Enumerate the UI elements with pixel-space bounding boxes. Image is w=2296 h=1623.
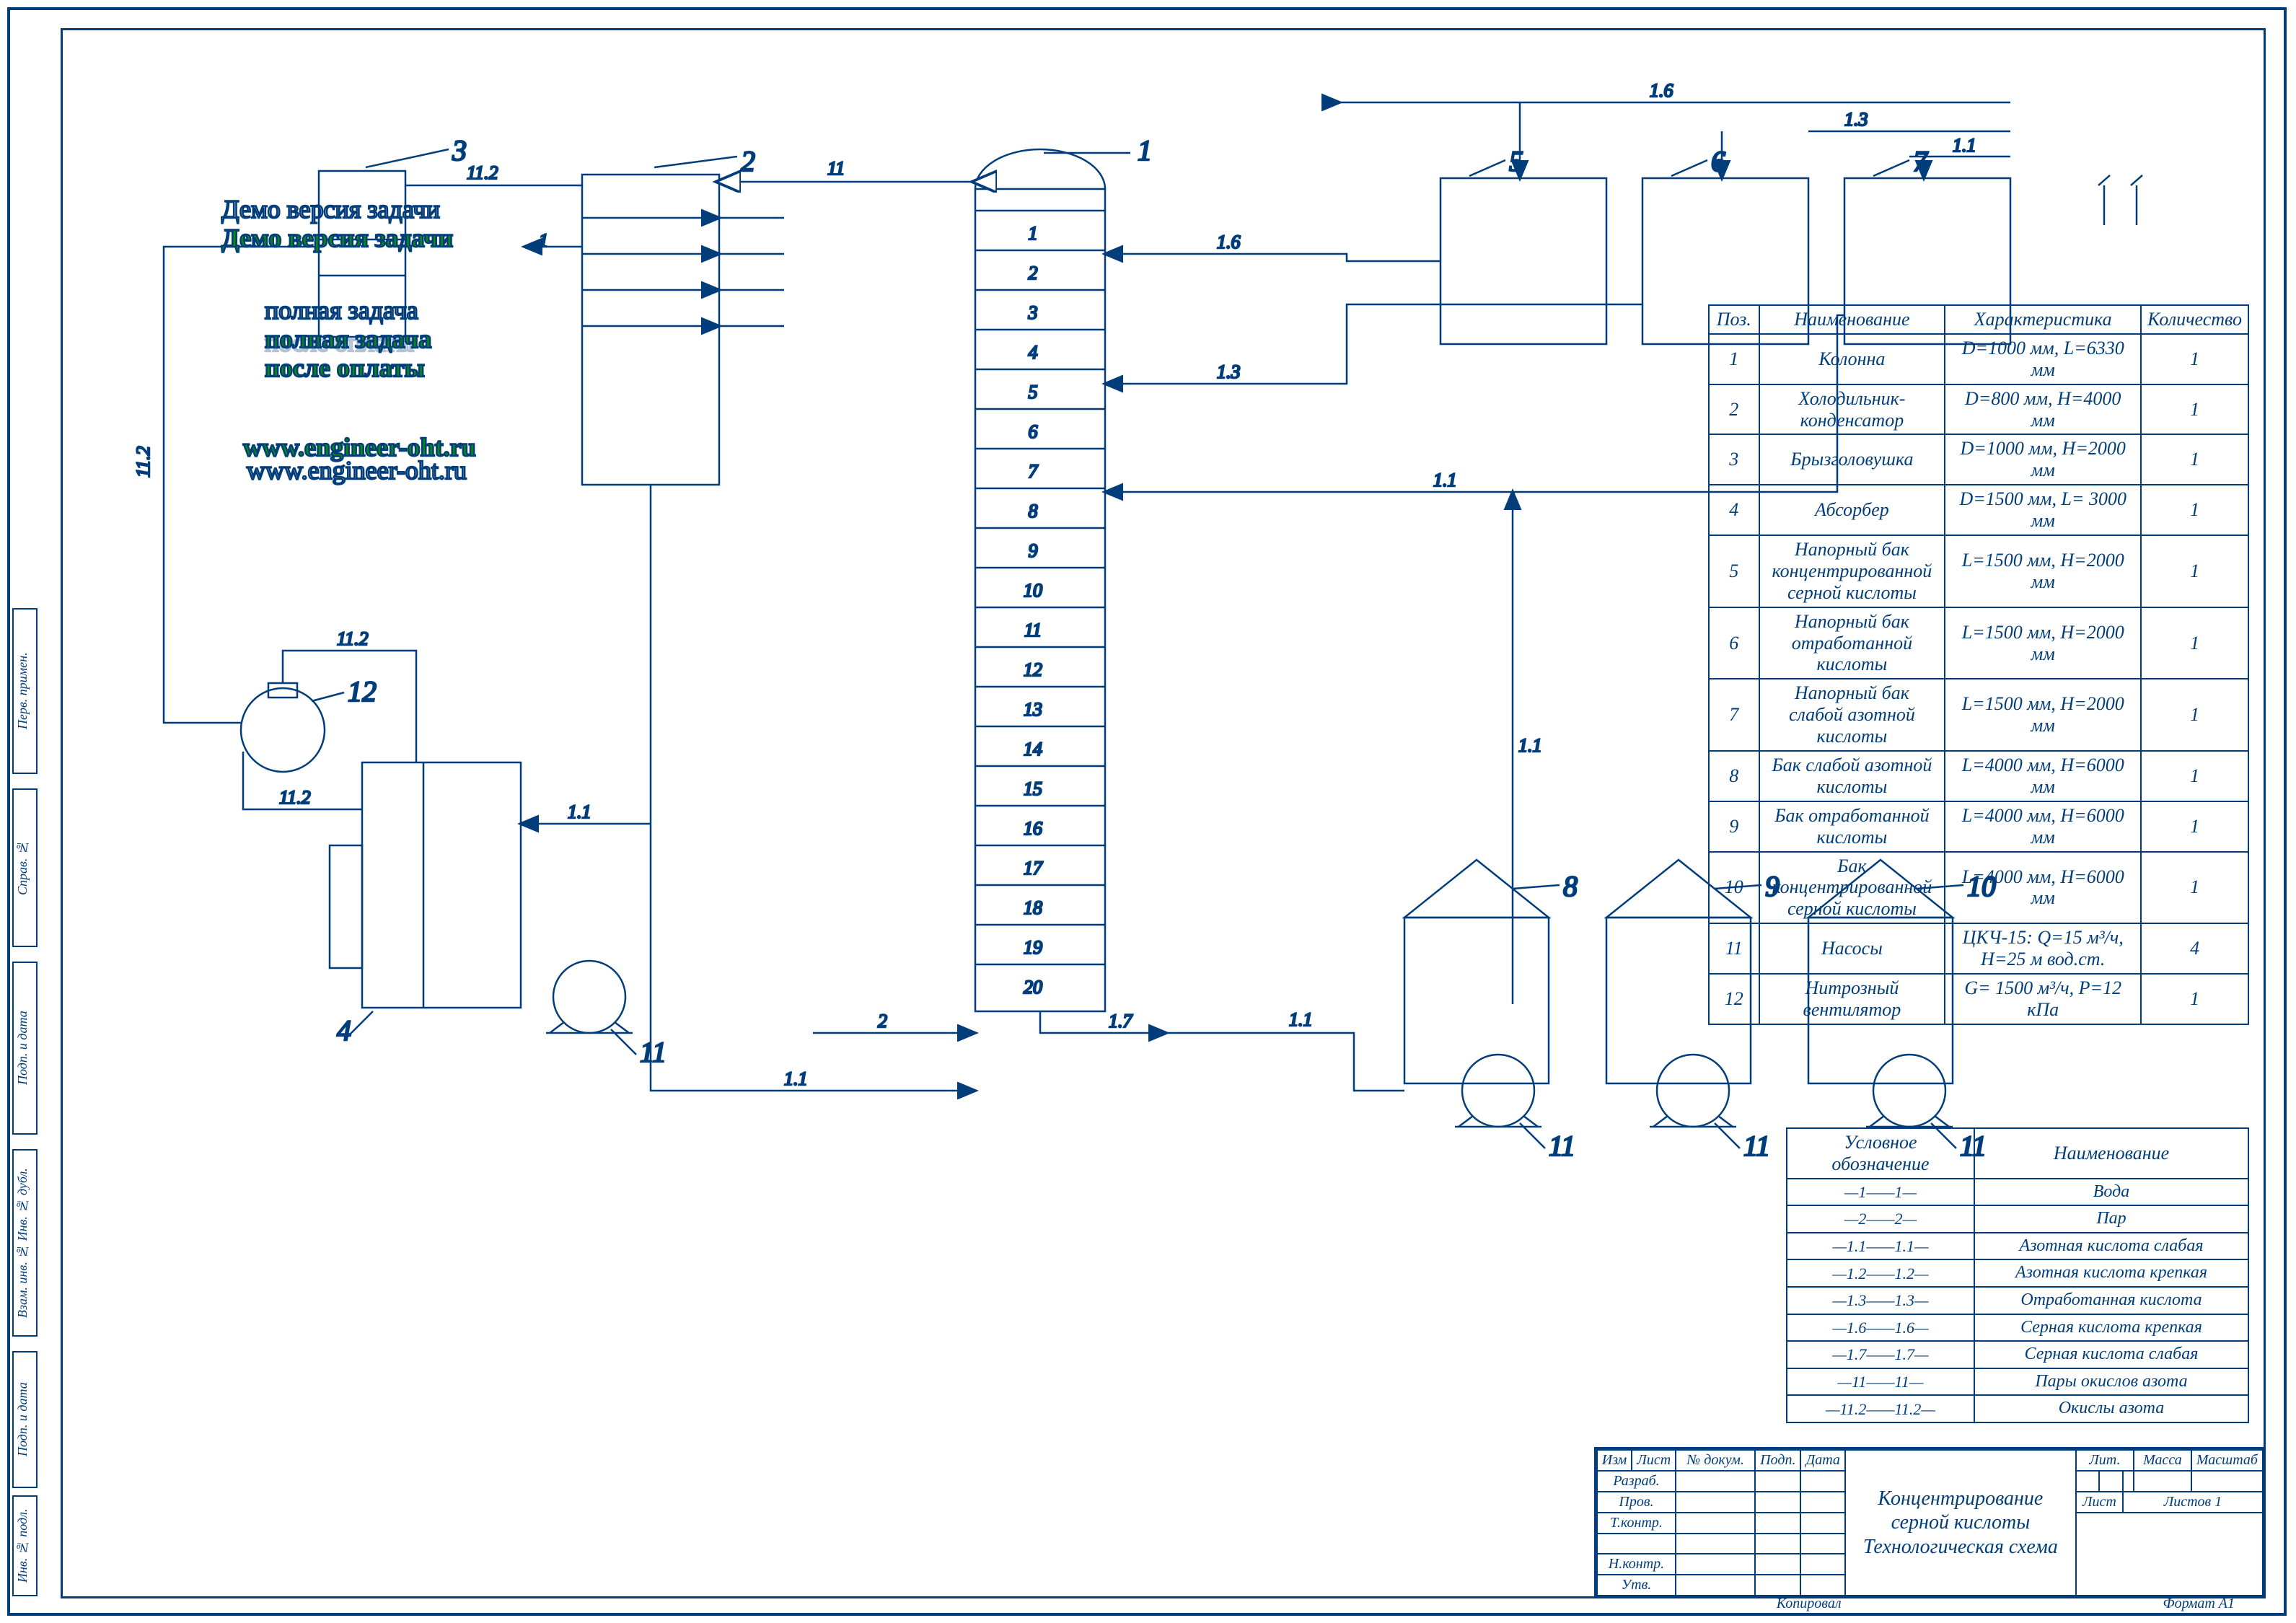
plate-number: 20	[1024, 977, 1042, 998]
equipment-tank7: 7	[1844, 145, 2010, 344]
svg-text:11.2: 11.2	[133, 446, 154, 478]
svg-text:1.1: 1.1	[1289, 1009, 1313, 1030]
svg-text:11: 11	[827, 158, 845, 179]
svg-text:11.2: 11.2	[279, 787, 311, 808]
plate-number: 15	[1024, 778, 1042, 799]
callout-10: 10	[1967, 870, 1996, 902]
svg-text:1.7: 1.7	[1109, 1011, 1133, 1032]
plate-number: 2	[1029, 263, 1038, 283]
equipment-column: 1234567891011121314151617181920 1	[975, 134, 1152, 1011]
callout-3: 3	[452, 134, 467, 167]
binding-strip: Перв. примен. Справ. № Подп. и дата Взам…	[12, 586, 63, 1596]
callout-5: 5	[1509, 145, 1523, 177]
plate-number: 11	[1024, 620, 1042, 641]
plate-number: 4	[1029, 342, 1038, 363]
callout-7: 7	[1913, 145, 1929, 177]
plate-number: 6	[1029, 421, 1038, 442]
svg-text:2: 2	[878, 1011, 887, 1032]
equipment-tank6: 6	[1642, 145, 1808, 344]
equipment-fan: 12	[241, 675, 377, 772]
plate-number: 16	[1024, 818, 1042, 839]
callout-6: 6	[1711, 145, 1725, 177]
svg-text:1.1: 1.1	[1953, 135, 1976, 156]
equipment-tank10: 10	[1808, 860, 1996, 1083]
svg-text:Демо версия задачи: Демо версия задачи	[221, 195, 440, 224]
plate-number: 5	[1029, 382, 1038, 403]
plate-number: 18	[1024, 897, 1042, 918]
svg-text:Демо версия задачи: Демо версия задачи	[221, 224, 453, 252]
vent-symbol	[2098, 175, 2142, 225]
callout-11: 11	[1743, 1130, 1770, 1162]
plate-number: 17	[1024, 858, 1043, 879]
equipment-pump: 11	[1650, 1055, 1770, 1162]
svg-text:11.2: 11.2	[467, 162, 498, 183]
svg-text:1.1: 1.1	[1433, 470, 1457, 491]
plate-number: 3	[1028, 302, 1038, 323]
svg-text:после оплаты: после оплаты	[265, 328, 414, 357]
equipment-tank8: 8	[1404, 860, 1578, 1083]
plate-number: 8	[1029, 501, 1038, 522]
svg-text:www.engineer-oht.ru: www.engineer-oht.ru	[247, 456, 467, 485]
svg-text:1.1: 1.1	[1518, 735, 1542, 756]
plate-number: 9	[1029, 540, 1038, 561]
plate-number: 7	[1029, 461, 1039, 482]
callout-9: 9	[1765, 870, 1780, 902]
equipment-condenser: 2	[582, 145, 755, 485]
drawing-sheet: Поз. Наименование Характеристика Количес…	[7, 7, 2287, 1616]
plate-number: 13	[1024, 699, 1042, 720]
callout-11: 11	[1960, 1130, 1987, 1162]
callout-12: 12	[348, 675, 377, 708]
svg-text:1.6: 1.6	[1650, 80, 1673, 101]
equipment-pump: 11	[546, 961, 667, 1068]
svg-text:1.3: 1.3	[1844, 109, 1868, 130]
callout-1: 1	[1138, 134, 1152, 167]
plate-number: 19	[1024, 937, 1042, 958]
equipment-pump: 11	[1866, 1055, 1987, 1162]
equipment-absorber4: 4	[330, 762, 521, 1047]
callout-11: 11	[1549, 1130, 1575, 1162]
svg-text:1.3: 1.3	[1217, 361, 1241, 382]
inner-frame: Поз. Наименование Характеристика Количес…	[61, 28, 2266, 1598]
equipment-tank9: 9	[1606, 860, 1780, 1083]
equipment-pump: 11	[1455, 1055, 1575, 1162]
plate-number: 1	[1029, 223, 1038, 244]
svg-text:1: 1	[539, 230, 548, 251]
schematic-canvas: 1234567891011121314151617181920 1 2	[63, 30, 2270, 1603]
plate-number: 10	[1024, 580, 1042, 601]
watermark: Демо версия задачи Демо версия задачи по…	[221, 195, 476, 485]
plate-number: 12	[1024, 659, 1042, 680]
svg-text:11.2: 11.2	[337, 628, 369, 649]
plate-number: 14	[1024, 739, 1042, 760]
svg-text:1.6: 1.6	[1217, 232, 1241, 252]
callout-8: 8	[1563, 870, 1578, 902]
svg-text:1.1: 1.1	[784, 1068, 808, 1089]
callout-2: 2	[741, 145, 755, 177]
callout-4: 4	[337, 1014, 351, 1047]
callout-11: 11	[640, 1036, 667, 1068]
svg-text:после оплаты: после оплаты	[265, 353, 425, 382]
equipment-tank5: 5	[1441, 145, 1606, 344]
svg-text:1.1: 1.1	[568, 801, 591, 822]
svg-text:полная задача: полная задача	[265, 296, 418, 325]
